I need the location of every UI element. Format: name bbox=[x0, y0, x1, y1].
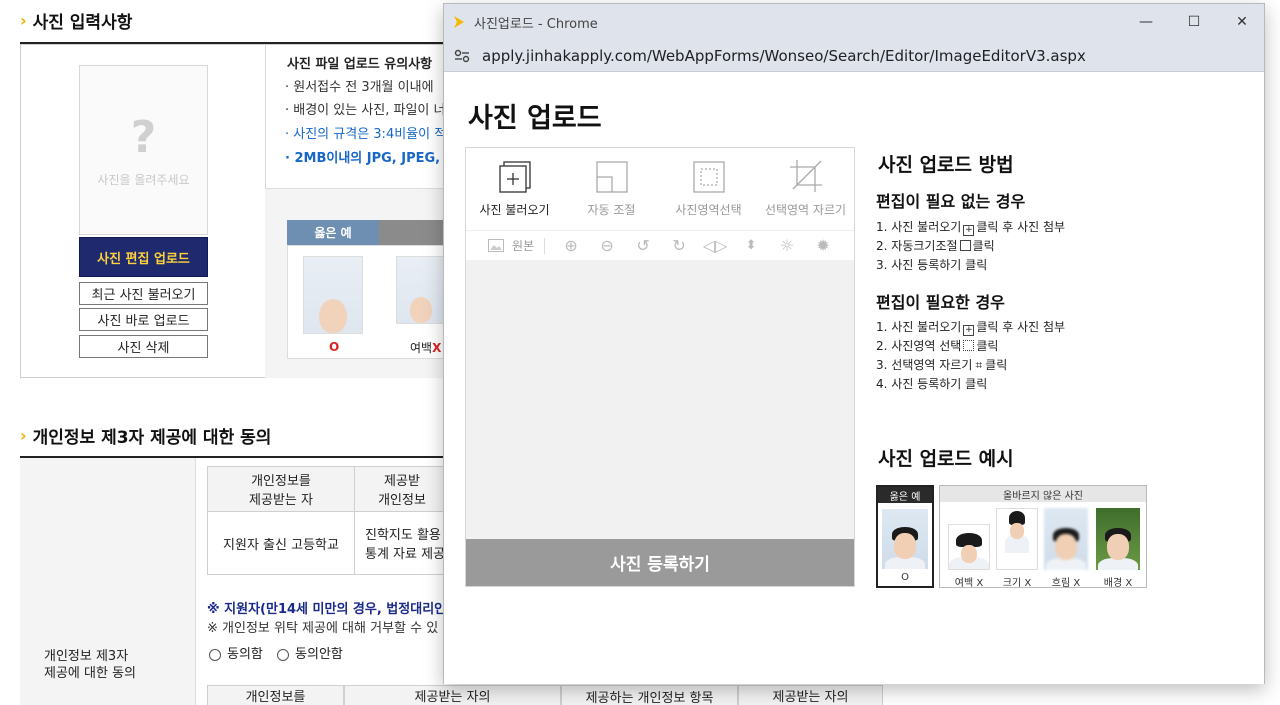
crop-icon: ⌗ bbox=[975, 358, 983, 372]
recent-photo-button[interactable]: 최근 사진 불러오기 bbox=[79, 282, 208, 305]
popup-content: 사진 업로드 사진 불러오기 자동 조절 사진영역선택 선택영역 자르기 원본 … bbox=[444, 72, 1264, 684]
no-edit-title: 편집이 필요 없는 경우 bbox=[876, 192, 1026, 211]
brightness-down-icon[interactable]: ☼ bbox=[769, 236, 805, 255]
bad-example-card: 올바르지 않은 사진 여백 X 크기 X 흐림 X 배경 X bbox=[939, 485, 1147, 589]
load-photo-tool[interactable]: 사진 불러오기 bbox=[466, 148, 563, 230]
maximize-icon[interactable]: ☐ bbox=[1170, 4, 1218, 40]
photo-edit-upload-button[interactable]: 사진 편집 업로드 bbox=[79, 237, 208, 277]
agree-radio[interactable] bbox=[209, 648, 221, 661]
consent-note: ※ 개인정보 위탁 제공에 대해 거부할 수 있 bbox=[207, 621, 439, 636]
register-photo-button[interactable]: 사진 등록하기 bbox=[466, 539, 854, 586]
url-text[interactable]: apply.jinhakapply.com/WebAppForms/Wonseo… bbox=[482, 47, 1086, 65]
direct-upload-button[interactable]: 사진 바로 업로드 bbox=[79, 308, 208, 331]
good-example-photo bbox=[882, 509, 928, 569]
step-item: 3. 사진 등록하기 클릭 bbox=[876, 258, 988, 272]
photo-editor: 사진 불러오기 자동 조절 사진영역선택 선택영역 자르기 원본 ⊕ ⊖ ↺ ↻… bbox=[465, 147, 855, 587]
brightness-up-icon[interactable]: ✹ bbox=[805, 236, 841, 255]
editor-toolbar: 사진 불러오기 자동 조절 사진영역선택 선택영역 자르기 bbox=[466, 148, 854, 230]
toolbar-divider bbox=[544, 237, 546, 254]
flip-horizontal-icon[interactable]: ◁▷ bbox=[697, 236, 733, 255]
bad-caption: 여백X bbox=[410, 341, 442, 355]
photo-canvas[interactable] bbox=[466, 260, 854, 538]
good-example-card: 옳은 예 O bbox=[876, 485, 934, 588]
chevron-right-icon: › bbox=[20, 426, 27, 445]
popup-window: 사진업로드 - Chrome — ☐ ✕ apply.jinhakapply.c… bbox=[443, 3, 1265, 684]
table-header: 제공받 개인정보 bbox=[354, 466, 450, 512]
help-title: 사진 업로드 방법 bbox=[878, 154, 1014, 176]
example-good-header: 옳은 예 bbox=[287, 220, 379, 245]
table-header: 제공받는 자의 bbox=[738, 685, 883, 705]
select-area-icon bbox=[963, 340, 975, 351]
auto-adjust-icon bbox=[595, 161, 628, 193]
example-bad-photo bbox=[396, 256, 446, 324]
notice-line: · 배경이 있는 사진, 파일이 너 bbox=[285, 103, 446, 118]
auto-adjust-tool[interactable]: 자동 조절 bbox=[563, 148, 660, 230]
bad-photo-blur bbox=[1044, 508, 1088, 570]
address-bar[interactable]: apply.jinhakapply.com/WebAppForms/Wonseo… bbox=[444, 40, 1264, 72]
load-photo-icon bbox=[498, 161, 531, 193]
zoom-in-icon[interactable]: ⊕ bbox=[553, 236, 589, 255]
question-icon: ? bbox=[130, 112, 157, 163]
table-cell: 진학지도 활용 통계 자료 제공 bbox=[354, 511, 450, 575]
table-header: 제공받는 자의 bbox=[344, 685, 561, 705]
rotate-right-icon[interactable]: ↻ bbox=[661, 236, 697, 255]
page-title: 사진 업로드 bbox=[468, 103, 602, 134]
bad-photo-margin bbox=[948, 524, 990, 570]
close-icon[interactable]: ✕ bbox=[1218, 4, 1266, 40]
chevron-right-icon: › bbox=[20, 11, 27, 30]
good-mark: O bbox=[329, 340, 340, 354]
load-photo-icon: + bbox=[963, 225, 975, 236]
load-photo-icon: + bbox=[963, 325, 975, 336]
section-title-photo: › 사진 입력사항 bbox=[20, 11, 133, 33]
step-item: 1. 사진 불러오기 + 클릭 후 사진 첨부 bbox=[876, 320, 1066, 336]
disagree-radio[interactable] bbox=[277, 648, 290, 661]
example-title: 사진 업로드 예시 bbox=[878, 448, 1014, 470]
example-good-photo bbox=[303, 256, 363, 334]
delete-photo-button[interactable]: 사진 삭제 bbox=[79, 335, 208, 358]
image-icon bbox=[484, 239, 508, 252]
flip-vertical-icon[interactable]: ⬍ bbox=[733, 238, 769, 253]
crop-icon bbox=[789, 160, 822, 192]
step-item: 4. 사진 등록하기 클릭 bbox=[876, 377, 988, 391]
edit-steps: 1. 사진 불러오기 + 클릭 후 사진 첨부 2. 사진영역 선택 클릭 3. 선택… bbox=[876, 318, 1065, 394]
consent-label: 개인정보 제3자 제공에 대한 동의 bbox=[44, 649, 136, 681]
table-cell: 지원자 출신 고등학교 bbox=[207, 511, 355, 575]
rotate-left-icon[interactable]: ↺ bbox=[625, 236, 661, 255]
auto-adjust-icon bbox=[959, 240, 971, 251]
table-header: 개인정보를 제공받는 자 bbox=[207, 466, 355, 512]
step-item: 2. 자동크기조절 클릭 bbox=[876, 239, 995, 253]
no-edit-steps: 1. 사진 불러오기 + 클릭 후 사진 첨부 2. 자동크기조절 클릭 3. 사진 … bbox=[876, 218, 1065, 275]
consent-radios: 동의함 동의안함 bbox=[209, 643, 343, 662]
section-title-consent: › 개인정보 제3자 제공에 대한 동의 bbox=[20, 426, 272, 448]
photo-placeholder[interactable]: ? 사진을 올려주세요 bbox=[79, 65, 208, 235]
table-header: 개인정보를 bbox=[207, 685, 344, 705]
step-item: 3. 선택영역 자르기 ⌗ 클릭 bbox=[876, 358, 1008, 372]
crop-tool[interactable]: 선택영역 자르기 bbox=[757, 148, 854, 230]
zoom-out-icon[interactable]: ⊖ bbox=[589, 236, 625, 255]
select-area-tool[interactable]: 사진영역선택 bbox=[660, 148, 757, 230]
step-item: 2. 사진영역 선택 클릭 bbox=[876, 339, 999, 353]
notice-line: · 원서접수 전 3개월 이내에 bbox=[285, 80, 434, 95]
original-button[interactable]: 원본 bbox=[512, 237, 534, 254]
minimize-icon[interactable]: — bbox=[1122, 4, 1170, 40]
step-item: 1. 사진 불러오기 + 클릭 후 사진 첨부 bbox=[876, 220, 1066, 236]
notice-title: 사진 파일 업로드 유의사항 bbox=[287, 57, 433, 72]
bad-photo-background bbox=[1096, 508, 1140, 570]
site-settings-icon[interactable] bbox=[454, 49, 470, 63]
notice-line: · 2MB이내의 JPG, JPEG, bbox=[285, 151, 441, 166]
app-logo-icon bbox=[454, 16, 464, 28]
select-area-icon bbox=[692, 161, 725, 193]
bad-photo-size bbox=[996, 508, 1038, 570]
table-header: 제공하는 개인정보 항목 bbox=[561, 685, 738, 705]
notice-line: · 사진의 규격은 3:4비율이 적 bbox=[285, 127, 447, 142]
edit-title: 편집이 필요한 경우 bbox=[876, 293, 1005, 312]
consent-note: ※ 지원자(만14세 미만의 경우, 법정대리인 bbox=[207, 602, 447, 617]
example-bad-header bbox=[379, 220, 449, 245]
editor-subtoolbar: 원본 ⊕ ⊖ ↺ ↻ ◁▷ ⬍ ☼ ✹ bbox=[466, 230, 854, 260]
